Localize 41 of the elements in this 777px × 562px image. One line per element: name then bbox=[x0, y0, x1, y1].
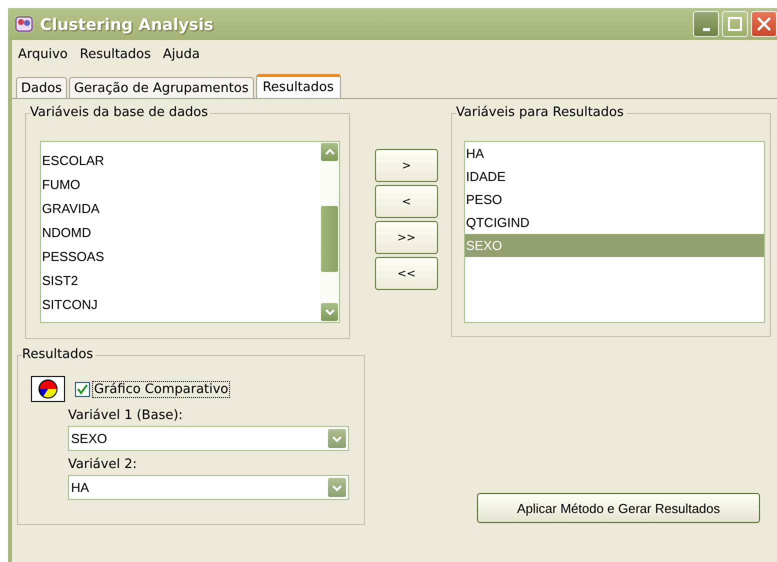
app-icon bbox=[14, 15, 34, 33]
checkbox-label[interactable]: Gráfico Comparativo bbox=[93, 382, 230, 396]
scroll-up-icon[interactable] bbox=[324, 148, 334, 156]
maximize-icon bbox=[728, 17, 742, 31]
list-item[interactable]: SIST2 bbox=[41, 269, 320, 293]
field-label: Variável 1 (Base): bbox=[68, 408, 184, 423]
close-icon bbox=[757, 17, 771, 31]
maximize-button[interactable] bbox=[722, 11, 748, 37]
list-item[interactable]: HA bbox=[465, 142, 764, 165]
group-title: Variáveis para Resultados bbox=[456, 105, 626, 121]
minimize-icon bbox=[702, 28, 710, 30]
minimize-button[interactable] bbox=[693, 11, 719, 37]
list-item[interactable]: PESSOAS bbox=[41, 245, 320, 269]
field-label: Variável 2: bbox=[68, 457, 138, 472]
move-button[interactable]: << bbox=[375, 257, 438, 290]
pie-chart-icon bbox=[31, 376, 65, 402]
menu-item[interactable]: Ajuda bbox=[162, 46, 200, 62]
window-title: Clustering Analysis bbox=[40, 14, 214, 34]
list-item[interactable]: QTCIGIND bbox=[465, 211, 764, 234]
dropdown[interactable]: HA bbox=[68, 475, 349, 500]
list-item[interactable]: FUMO bbox=[41, 173, 320, 197]
list-item[interactable]: SITCONJ bbox=[41, 293, 320, 317]
move-button[interactable]: >> bbox=[375, 221, 438, 254]
scroll-down-icon[interactable] bbox=[324, 308, 334, 316]
list-item[interactable]: ESCOLAR bbox=[41, 149, 320, 173]
list-item[interactable]: NDOMD bbox=[41, 221, 320, 245]
apply-button[interactable]: Aplicar Método e Gerar Resultados bbox=[477, 493, 760, 523]
dropdown[interactable]: SEXO bbox=[68, 426, 349, 451]
close-button[interactable] bbox=[751, 11, 777, 37]
checkbox[interactable] bbox=[75, 382, 90, 396]
menu-item[interactable]: Resultados bbox=[80, 46, 151, 62]
move-button[interactable]: > bbox=[375, 149, 438, 182]
list-item[interactable]: IDADE bbox=[465, 165, 764, 188]
tab[interactable]: Geração de Agrupamentos bbox=[68, 77, 254, 98]
tab[interactable]: Resultados bbox=[256, 74, 341, 98]
scrollbar[interactable] bbox=[320, 142, 339, 322]
list-item[interactable]: GRAVIDA bbox=[41, 197, 320, 221]
list-item[interactable]: PESO bbox=[465, 188, 764, 211]
menu-item[interactable]: Arquivo bbox=[18, 46, 68, 62]
move-button[interactable]: < bbox=[375, 185, 438, 218]
tab[interactable]: Dados bbox=[16, 77, 67, 98]
